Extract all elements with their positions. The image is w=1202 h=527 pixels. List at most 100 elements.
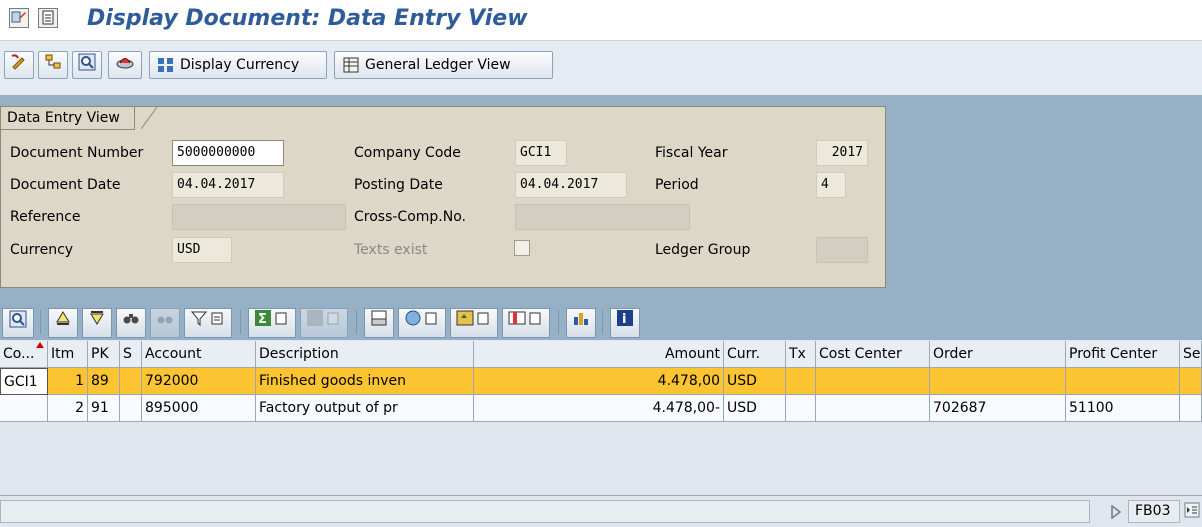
cell-amount[interactable]: 4.478,00-	[474, 395, 724, 422]
sort-ascending-icon[interactable]	[48, 308, 78, 338]
column-header-posting-key[interactable]: PK	[88, 341, 120, 368]
search-icon[interactable]	[72, 51, 102, 79]
spreadsheet-icon[interactable]	[450, 308, 498, 338]
cell-segment[interactable]	[1180, 368, 1202, 395]
status-message-area	[0, 500, 1090, 523]
cell-amount[interactable]: 4.478,00	[474, 368, 724, 395]
title-bar: Display Document: Data Entry View	[0, 0, 1202, 41]
reference-label: Reference	[10, 209, 81, 225]
display-currency-button[interactable]: Display Currency	[149, 51, 327, 79]
fiscal-year-field[interactable]: 2017	[816, 140, 868, 166]
cross-comp-label: Cross-Comp.No.	[354, 209, 466, 225]
cell-tax-code[interactable]	[786, 368, 816, 395]
company-code-label: Company Code	[354, 145, 461, 161]
fiscal-year-label: Fiscal Year	[655, 145, 728, 161]
column-header-item[interactable]: Itm	[48, 341, 88, 368]
reverse-document-icon[interactable]	[108, 51, 142, 79]
texts-exist-checkbox[interactable]	[514, 240, 530, 256]
column-header-currency[interactable]: Curr.	[724, 341, 786, 368]
layout-icon[interactable]	[502, 308, 550, 338]
tab-slant-decoration	[141, 107, 158, 129]
sort-indicator-icon	[36, 342, 44, 348]
document-number-label: Document Number	[10, 145, 144, 161]
cell-order[interactable]: 702687	[930, 395, 1066, 422]
print-preview-icon[interactable]	[364, 308, 394, 338]
column-header-profit-center[interactable]: Profit Center	[1066, 341, 1180, 368]
column-header-amount[interactable]: Amount	[474, 341, 724, 368]
cell-account[interactable]: 895000	[142, 395, 256, 422]
sort-descending-icon[interactable]	[82, 308, 112, 338]
company-code-field[interactable]: GCI1	[515, 140, 567, 166]
cell-item[interactable]: 1	[48, 368, 88, 395]
cell-tax-code[interactable]	[786, 395, 816, 422]
column-header-account[interactable]: Account	[142, 341, 256, 368]
column-header-order[interactable]: Order	[930, 341, 1066, 368]
display-change-icon[interactable]	[9, 8, 29, 28]
separator	[40, 310, 41, 334]
cell-description[interactable]: Finished goods inven	[256, 368, 474, 395]
period-label: Period	[655, 177, 699, 193]
separator	[602, 310, 603, 334]
posting-date-field[interactable]: 04.04.2017	[515, 172, 627, 198]
document-number-field[interactable]: 5000000000	[172, 140, 284, 166]
system-info-icon[interactable]	[1184, 502, 1200, 518]
cell-special-gl[interactable]	[120, 395, 142, 422]
column-header-segment[interactable]: Se	[1180, 341, 1202, 368]
column-header-special-gl[interactable]: S	[120, 341, 142, 368]
cross-comp-field[interactable]	[515, 204, 690, 230]
column-header-description[interactable]: Description	[256, 341, 474, 368]
grid-toolbar: Σ i	[0, 305, 1202, 341]
cell-profit-center[interactable]: 51100	[1066, 395, 1180, 422]
ledger-group-label: Ledger Group	[655, 242, 751, 258]
cell-posting-key[interactable]: 91	[88, 395, 120, 422]
cell-special-gl[interactable]	[120, 368, 142, 395]
cell-cost-center[interactable]	[816, 368, 930, 395]
reference-field[interactable]	[172, 204, 346, 230]
total-icon[interactable]: Σ	[248, 308, 296, 338]
cell-company-code[interactable]: GCI1	[0, 368, 48, 395]
document-date-field[interactable]: 04.04.2017	[172, 172, 284, 198]
edit-icon[interactable]	[4, 51, 34, 79]
tab-data-entry-view[interactable]: Data Entry View	[1, 107, 135, 130]
table-header-row: Co... Itm PK S Account Description Amoun…	[0, 341, 1202, 368]
data-entry-view-panel: Data Entry View Document Number 50000000…	[0, 106, 886, 288]
filter-icon[interactable]	[184, 308, 232, 338]
find-next-icon[interactable]	[150, 308, 180, 338]
line-item-table: Co... Itm PK S Account Description Amoun…	[0, 341, 1202, 491]
details-icon[interactable]	[2, 308, 34, 338]
cell-segment[interactable]	[1180, 395, 1202, 422]
table-row[interactable]: GCI1 1 89 792000 Finished goods inven 4.…	[0, 368, 1202, 395]
document-date-label: Document Date	[10, 177, 121, 193]
export-icon[interactable]	[398, 308, 446, 338]
subtotal-icon[interactable]	[300, 308, 348, 338]
page-title: Display Document: Data Entry View	[87, 6, 528, 31]
cell-profit-center[interactable]	[1066, 368, 1180, 395]
cell-cost-center[interactable]	[816, 395, 930, 422]
cell-order[interactable]	[930, 368, 1066, 395]
cell-description[interactable]: Factory output of pr	[256, 395, 474, 422]
column-header-tax-code[interactable]: Tx	[786, 341, 816, 368]
graphic-icon[interactable]	[566, 308, 596, 338]
posting-date-label: Posting Date	[354, 177, 443, 193]
cell-company-code[interactable]	[0, 395, 48, 422]
cell-currency[interactable]: USD	[724, 368, 786, 395]
ledger-group-field[interactable]	[816, 237, 868, 263]
currency-field[interactable]: USD	[172, 237, 232, 263]
application-toolbar: Display Currency General Ledger View	[0, 41, 1202, 95]
display-currency-label: Display Currency	[180, 57, 300, 73]
hierarchy-icon[interactable]	[38, 51, 68, 79]
cell-account[interactable]: 792000	[142, 368, 256, 395]
information-icon[interactable]: i	[610, 308, 640, 338]
expand-arrow-icon[interactable]	[1110, 505, 1122, 519]
cell-item[interactable]: 2	[48, 395, 88, 422]
svg-text:i: i	[622, 312, 626, 327]
period-field[interactable]: 4	[816, 172, 846, 198]
cell-posting-key[interactable]: 89	[88, 368, 120, 395]
document-overview-icon[interactable]	[38, 8, 58, 28]
general-ledger-view-button[interactable]: General Ledger View	[334, 51, 553, 79]
find-icon[interactable]	[116, 308, 146, 338]
column-header-cost-center[interactable]: Cost Center	[816, 341, 930, 368]
table-row[interactable]: 2 91 895000 Factory output of pr 4.478,0…	[0, 395, 1202, 422]
transaction-code-field[interactable]: FB03	[1128, 500, 1180, 523]
cell-currency[interactable]: USD	[724, 395, 786, 422]
